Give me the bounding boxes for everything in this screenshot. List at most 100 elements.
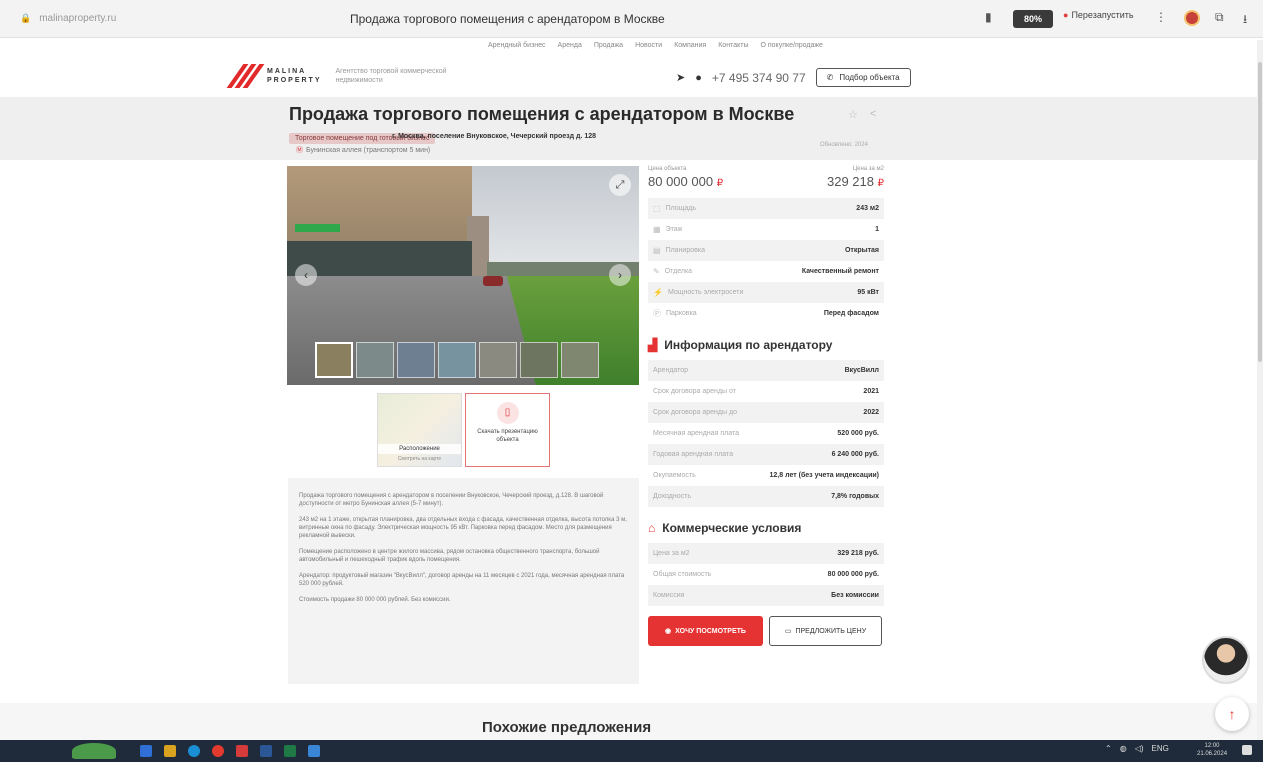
param-row: ▤ Планировка Открытая xyxy=(648,240,884,261)
download-icon[interactable]: ⭳ xyxy=(1243,10,1247,31)
site-logo[interactable]: MALINA PROPERTY Агентство торговой комме… xyxy=(226,64,456,88)
widgets-icon[interactable] xyxy=(72,743,116,759)
chevron-up-icon[interactable]: ⌃ xyxy=(1105,744,1112,753)
page-title: Продажа торгового помещения с арендаторо… xyxy=(289,104,795,124)
collections-icon[interactable]: ⧉ xyxy=(1215,10,1224,25)
area-icon: ⬚ xyxy=(653,204,661,213)
document-icon: ▯ xyxy=(496,402,519,424)
share-icon[interactable]: < xyxy=(870,108,876,121)
start-icon[interactable] xyxy=(140,745,152,757)
map-card[interactable]: Расположение Смотреть на карте xyxy=(377,393,462,467)
call-request-button[interactable]: ✆ Подбор объекта xyxy=(815,68,911,87)
tenant-row: Доходность 7,8% годовых xyxy=(648,486,884,507)
eye-icon: ◉ xyxy=(665,628,672,635)
param-row: ⬚ Площадь 243 м2 xyxy=(648,198,884,219)
scrollbar-thumb[interactable] xyxy=(1258,62,1262,362)
clock[interactable]: 12:00 21.06.2024 xyxy=(1197,742,1227,758)
tab-title: Продажа торгового помещения с арендаторо… xyxy=(350,12,665,26)
param-row: Ⓟ Парковка Перед фасадом xyxy=(653,309,879,318)
more-icon[interactable]: ⋮ xyxy=(1155,10,1167,24)
param-row: ⚡ Мощность электросети 95 кВт xyxy=(648,282,884,303)
description-paragraph: 243 м2 на 1 этаже, открытая планировка, … xyxy=(299,517,627,539)
gallery-thumbnail[interactable] xyxy=(315,342,353,378)
phone-number[interactable]: +7 495 374 90 77 xyxy=(712,71,806,85)
presentation-card[interactable]: ▯ Скачать презентацию объекта xyxy=(465,393,550,467)
price-value: 80 000 000 ₽ xyxy=(648,174,724,189)
favorite-icon[interactable]: ☆ xyxy=(848,108,858,121)
whatsapp-icon[interactable]: ● xyxy=(695,72,702,84)
commercial-row: Общая стоимость 80 000 000 руб. xyxy=(653,571,879,578)
param-row: ✎ Отделка Качественный ремонт xyxy=(653,267,879,276)
description-paragraph: Продажа торгового помещения с арендаторо… xyxy=(299,493,604,507)
ruble-icon: ₽ xyxy=(716,178,724,189)
want-to-view-button[interactable]: ◉ ХОЧУ ПОСМОТРЕТЬ xyxy=(648,616,763,646)
presentation-card-label: Скачать презентацию объекта xyxy=(477,429,538,443)
tenant-row: Срок договора аренды от 2021 xyxy=(653,388,879,395)
gallery-thumbnails xyxy=(315,342,599,378)
reload-button[interactable]: ● Перезапустить xyxy=(1063,10,1134,20)
gallery-thumbnail[interactable] xyxy=(397,342,435,378)
map-card-label: Расположение xyxy=(378,444,461,454)
finish-icon: ✎ xyxy=(653,267,660,276)
lock-icon: 🔒 xyxy=(20,13,32,23)
nav-item[interactable]: Контакты xyxy=(718,42,748,49)
tenant-row: Срок договора аренды до 2022 xyxy=(648,402,884,423)
notifications-icon[interactable] xyxy=(1242,745,1252,755)
fullscreen-icon[interactable]: ⤢ xyxy=(609,174,631,196)
excel-icon[interactable] xyxy=(284,745,296,757)
layout-icon: ▤ xyxy=(653,246,661,255)
tenant-row: Арендатор ВкусВилл xyxy=(648,360,884,381)
tenant-row: Месячная арендная плата 520 000 руб. xyxy=(653,430,879,437)
price-per-m2-label: Цена за м2 xyxy=(852,166,884,172)
logo-name-line2: PROPERTY xyxy=(267,77,322,84)
zoom-badge[interactable]: 80% xyxy=(1013,10,1053,28)
share-actions: ☆ < xyxy=(848,108,876,121)
photo-gallery[interactable]: ‹ › ⤢ xyxy=(287,166,639,385)
profile-avatar[interactable] xyxy=(1184,10,1200,26)
similar-title: Похожие предложения xyxy=(482,719,652,736)
nav-item[interactable]: Компания xyxy=(674,42,706,49)
taskbar-apps xyxy=(140,745,320,757)
ruble-icon: ₽ xyxy=(877,178,884,189)
nav-item[interactable]: Продажа xyxy=(594,42,623,49)
files-icon[interactable] xyxy=(164,745,176,757)
gallery-thumbnail[interactable] xyxy=(438,342,476,378)
gallery-thumbnail[interactable] xyxy=(479,342,517,378)
details-column: Цена объекта 80 000 000 ₽ Цена за м2 329… xyxy=(648,166,884,646)
action-buttons: ◉ ХОЧУ ПОСМОТРЕТЬ ▭ ПРЕДЛОЖИТЬ ЦЕНУ xyxy=(648,616,884,646)
telegram-icon[interactable]: ➤ xyxy=(676,71,685,84)
volume-icon[interactable]: ◁) xyxy=(1135,744,1144,753)
nav-item[interactable]: Новости xyxy=(635,42,662,49)
scroll-top-icon[interactable]: ↑ xyxy=(1215,697,1249,731)
params-table: ⬚ Площадь 243 м2 ▦ Этаж 1 ▤ Планировка Открыта… xyxy=(648,198,884,324)
offer-price-button[interactable]: ▭ ПРЕДЛОЖИТЬ ЦЕНУ xyxy=(769,616,882,646)
app-icon[interactable] xyxy=(236,745,248,757)
gallery-thumbnail[interactable] xyxy=(356,342,394,378)
parking-icon: Ⓟ xyxy=(653,309,661,318)
yandex-icon[interactable] xyxy=(212,745,224,757)
header-contacts: ➤ ● +7 495 374 90 77 ✆ Подбор объекта xyxy=(676,68,911,87)
top-nav: Арендный бизнес Аренда Продажа Новости К… xyxy=(488,42,823,49)
gallery-prev-icon[interactable]: ‹ xyxy=(295,264,317,286)
nav-item[interactable]: Аренда xyxy=(558,42,582,49)
language-indicator[interactable]: ENG xyxy=(1152,744,1169,753)
reload-icon: ● xyxy=(1063,10,1069,20)
browser-toolbar: 🔒 malinaproperty.ru Продажа торгового пом… xyxy=(0,0,1263,38)
gallery-next-icon[interactable]: › xyxy=(609,264,631,286)
word-icon[interactable] xyxy=(260,745,272,757)
price-per-m2-value: 329 218 ₽ xyxy=(827,174,884,189)
tenant-row: Годовая арендная плата 6 240 000 руб. xyxy=(648,444,884,465)
extension-icon[interactable]: ▮ xyxy=(985,10,992,24)
logo-name-line1: MALINA xyxy=(267,68,307,75)
nav-item[interactable]: Арендный бизнес xyxy=(488,42,546,49)
edge-icon[interactable] xyxy=(188,745,200,757)
system-tray: ⌃ ◍ ◁) ENG xyxy=(1105,744,1169,753)
chat-avatar-button[interactable] xyxy=(1202,636,1250,684)
gallery-thumbnail[interactable] xyxy=(520,342,558,378)
network-icon[interactable]: ◍ xyxy=(1120,744,1127,753)
gallery-thumbnail[interactable] xyxy=(561,342,599,378)
address-bar[interactable]: 🔒 malinaproperty.ru xyxy=(20,13,116,24)
logo-mark xyxy=(226,64,265,88)
nav-item[interactable]: О покупке/продаже xyxy=(760,42,822,49)
app-icon[interactable] xyxy=(308,745,320,757)
